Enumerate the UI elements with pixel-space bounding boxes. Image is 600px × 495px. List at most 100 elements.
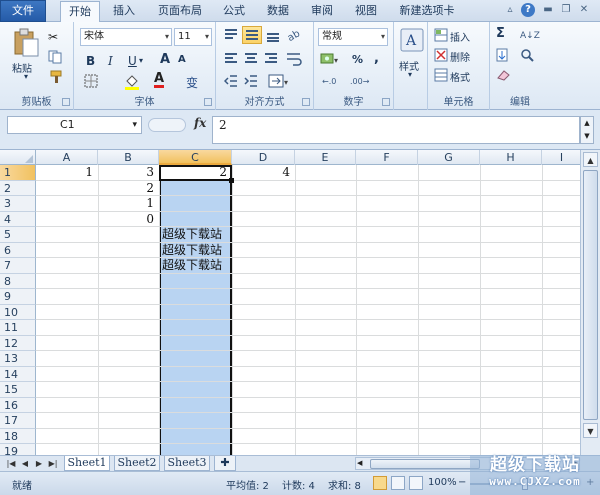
- underline-dropdown-icon[interactable]: ▾: [139, 56, 143, 65]
- column-header-b[interactable]: B: [98, 150, 159, 165]
- find-select-icon[interactable]: [520, 48, 540, 65]
- decrease-decimal-icon[interactable]: .00→: [350, 74, 372, 91]
- row-header-12[interactable]: 12: [0, 335, 36, 351]
- row-header-2[interactable]: 2: [0, 180, 36, 196]
- paste-icon[interactable]: [12, 28, 40, 61]
- worksheet-grid[interactable]: ABCDEFGHI 1 2 3 4 5 6 7 8 9 10 11 12 13 14 15 16 17 18 19 …: [0, 150, 580, 455]
- tab-new[interactable]: 新建选项卡: [392, 1, 462, 22]
- tab-file[interactable]: 文件: [0, 0, 46, 22]
- wrap-text-icon[interactable]: [286, 52, 302, 69]
- tab-review[interactable]: 审阅: [304, 1, 340, 22]
- row-header-5[interactable]: 5: [0, 227, 36, 243]
- row-header-14[interactable]: 14: [0, 366, 36, 382]
- styles-dropdown-icon[interactable]: ▾: [408, 70, 412, 79]
- copy-icon[interactable]: [48, 50, 64, 67]
- fill-icon[interactable]: [496, 48, 512, 65]
- row-header-15[interactable]: 15: [0, 382, 36, 398]
- font-name-select[interactable]: 宋体 ▾: [80, 28, 172, 46]
- number-format-select[interactable]: 常规 ▾: [318, 28, 388, 46]
- styles-icon[interactable]: A: [400, 28, 424, 55]
- insert-sheet-icon[interactable]: ✚: [214, 456, 236, 471]
- row-header-6[interactable]: 6: [0, 242, 36, 258]
- cell-c1[interactable]: 2: [159, 165, 227, 180]
- cell-b1[interactable]: 3: [98, 165, 154, 180]
- row-header-4[interactable]: 4: [0, 211, 36, 227]
- column-header-a[interactable]: A: [36, 150, 98, 165]
- scroll-up-icon[interactable]: ▲: [583, 152, 598, 167]
- select-all-button[interactable]: [0, 150, 36, 165]
- insert-cells-icon[interactable]: [434, 28, 448, 45]
- row-header-10[interactable]: 10: [0, 304, 36, 320]
- delete-cells-label[interactable]: 删除: [450, 49, 470, 64]
- column-header-f[interactable]: F: [356, 150, 418, 165]
- column-header-i[interactable]: I: [542, 150, 580, 165]
- tab-page-layout[interactable]: 页面布局: [150, 1, 210, 22]
- fill-color-icon[interactable]: [124, 74, 140, 93]
- align-top-icon[interactable]: [224, 28, 238, 45]
- paste-label[interactable]: 粘贴: [12, 60, 32, 75]
- cell-a1[interactable]: 1: [36, 165, 93, 180]
- formula-expand-icon[interactable]: ▲ ▼: [580, 116, 594, 144]
- insert-function-button[interactable]: fx: [194, 116, 206, 130]
- cut-icon[interactable]: ✂: [48, 30, 58, 44]
- autosum-button[interactable]: Σ: [496, 26, 505, 41]
- border-icon[interactable]: [84, 74, 98, 91]
- row-header-9[interactable]: 9: [0, 289, 36, 305]
- merge-center-icon[interactable]: ▾: [268, 74, 290, 91]
- increase-decimal-icon[interactable]: ←.0: [322, 74, 344, 91]
- restore-icon[interactable]: ❐: [559, 3, 573, 17]
- row-header-17[interactable]: 17: [0, 413, 36, 429]
- format-painter-icon[interactable]: [50, 70, 64, 87]
- decrease-indent-icon[interactable]: [223, 74, 238, 91]
- italic-button[interactable]: I: [108, 54, 113, 68]
- currency-icon[interactable]: ▾: [320, 52, 340, 69]
- page-layout-view-icon[interactable]: [391, 476, 405, 490]
- first-sheet-icon[interactable]: |◀: [6, 457, 16, 470]
- help-icon[interactable]: ?: [521, 3, 535, 17]
- cell-c7[interactable]: 超级下载站: [162, 258, 222, 273]
- insert-cells-label[interactable]: 插入: [450, 29, 470, 44]
- align-bottom-icon[interactable]: [266, 28, 280, 45]
- formula-splitter[interactable]: [148, 118, 186, 132]
- cell-d1[interactable]: 4: [232, 165, 290, 180]
- font-launcher-icon[interactable]: [204, 98, 212, 106]
- number-launcher-icon[interactable]: [382, 98, 390, 106]
- row-header-8[interactable]: 8: [0, 273, 36, 289]
- tab-data[interactable]: 数据: [260, 1, 296, 22]
- row-header-11[interactable]: 11: [0, 320, 36, 336]
- formula-input[interactable]: 2: [212, 116, 580, 144]
- format-cells-label[interactable]: 格式: [450, 69, 470, 84]
- alignment-launcher-icon[interactable]: [302, 98, 310, 106]
- tab-formulas[interactable]: 公式: [216, 1, 252, 22]
- vertical-scrollbar[interactable]: ▲ ▼: [580, 150, 600, 455]
- phonetic-button[interactable]: 变: [186, 74, 198, 91]
- cell-b3[interactable]: 1: [98, 196, 154, 211]
- increase-indent-icon[interactable]: [244, 74, 258, 91]
- zoom-out-button[interactable]: −: [458, 477, 466, 488]
- grow-font-button[interactable]: A: [160, 52, 170, 67]
- row-header-3[interactable]: 3: [0, 196, 36, 212]
- percent-button[interactable]: %: [352, 53, 363, 66]
- horizontal-scroll-thumb[interactable]: [370, 459, 480, 469]
- font-size-select[interactable]: 11 ▾: [174, 28, 212, 46]
- row-header-19[interactable]: 19: [0, 444, 36, 455]
- row-header-18[interactable]: 18: [0, 428, 36, 444]
- scroll-down-icon[interactable]: ▼: [583, 423, 598, 438]
- tab-home[interactable]: 开始: [60, 1, 100, 23]
- column-header-h[interactable]: H: [480, 150, 542, 165]
- name-box[interactable]: C1 ▾: [7, 116, 142, 134]
- sheet-tab-1[interactable]: Sheet1: [64, 456, 110, 471]
- tab-insert[interactable]: 插入: [106, 1, 142, 22]
- column-header-g[interactable]: G: [418, 150, 480, 165]
- minimize-icon[interactable]: ▬: [541, 3, 555, 17]
- font-color-button[interactable]: A: [154, 72, 165, 88]
- cell-b2[interactable]: 2: [98, 181, 154, 196]
- paste-dropdown-icon[interactable]: ▾: [24, 72, 28, 81]
- comma-button[interactable]: ,: [374, 51, 379, 66]
- align-middle-icon[interactable]: [242, 26, 262, 44]
- sheet-tab-3[interactable]: Sheet3: [164, 456, 210, 471]
- clipboard-launcher-icon[interactable]: [62, 98, 70, 106]
- text-orientation-icon[interactable]: ab: [286, 28, 302, 45]
- prev-sheet-icon[interactable]: ◀: [20, 457, 30, 470]
- cell-b4[interactable]: 0: [98, 212, 154, 227]
